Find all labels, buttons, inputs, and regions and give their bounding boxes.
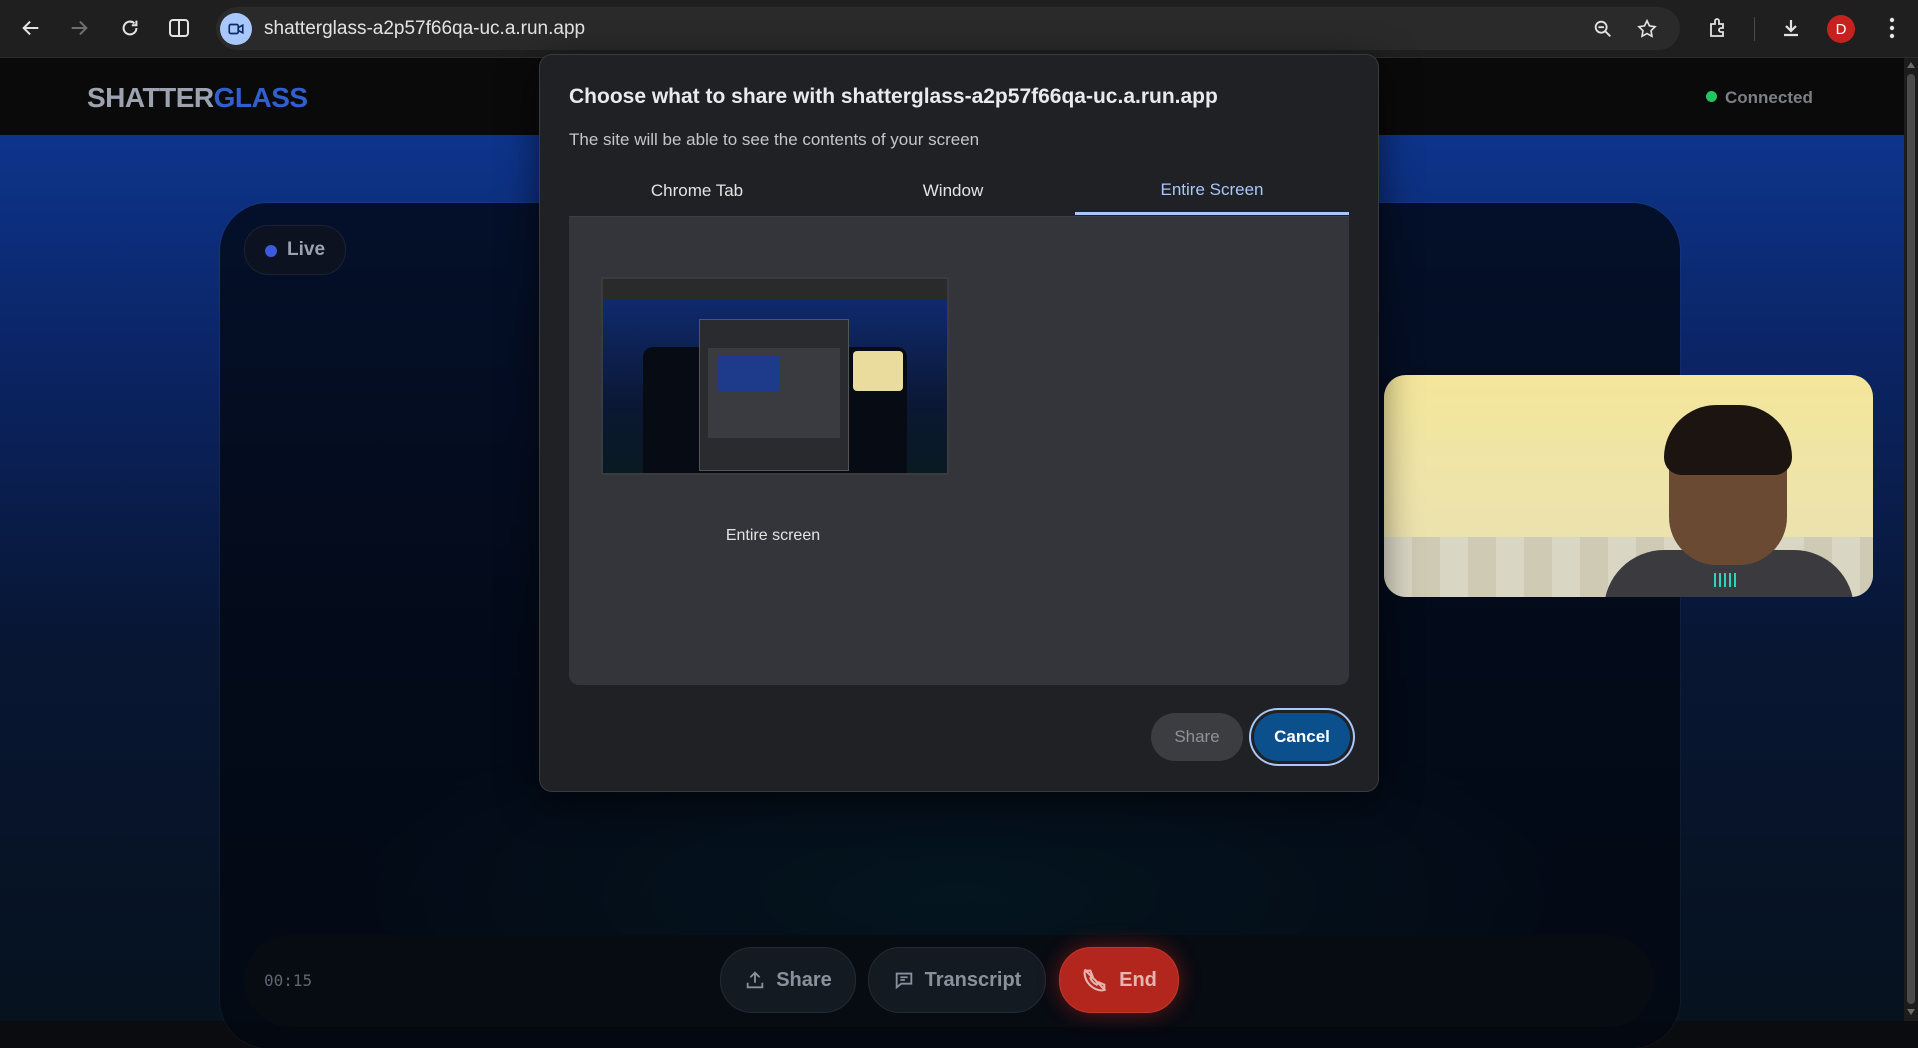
end-call-label: End [1119,968,1157,991]
share-screen-button[interactable]: Share [720,947,856,1013]
site-camera-icon[interactable] [220,13,252,45]
phone-hangup-icon [1083,968,1107,992]
dialog-subtitle: The site will be able to see the content… [569,130,980,149]
camera-person-hair [1664,405,1792,475]
connection-status: Connected [1706,88,1813,108]
call-control-bar: 00:15 Share Transcript End [244,935,1654,1027]
thumbnail-app-background [603,299,947,473]
live-label: Live [287,239,326,260]
star-icon[interactable] [1634,16,1660,42]
live-dot-icon [265,245,277,257]
upload-icon [746,971,764,989]
tab-entire-screen[interactable]: Entire Screen [1075,168,1349,215]
end-call-button[interactable]: End [1059,947,1179,1013]
live-badge: Live [244,225,346,275]
scroll-up-arrow-icon[interactable] [1907,62,1915,68]
browser-toolbar: shatterglass-a2p57f66qa-uc.a.run.app D [0,0,1918,58]
thumbnail-dialog [699,319,849,471]
entire-screen-thumbnail[interactable] [601,277,949,475]
back-icon[interactable] [16,13,46,43]
scroll-down-arrow-icon[interactable] [1907,1009,1915,1015]
call-timer: 00:15 [264,971,313,990]
self-camera-preview [1384,375,1873,597]
app-logo[interactable]: SHATTERGLASS [87,82,308,114]
tab-chrome-tab[interactable]: Chrome Tab [569,168,825,214]
address-bar[interactable]: shatterglass-a2p57f66qa-uc.a.run.app [216,7,1680,50]
entire-screen-label[interactable]: Entire screen [601,527,945,545]
transcript-label: Transcript [924,968,1022,991]
url-text[interactable]: shatterglass-a2p57f66qa-uc.a.run.app [264,18,585,40]
status-dot-icon [1706,91,1717,102]
cancel-button[interactable]: Cancel [1254,713,1350,761]
toolbar-divider [1754,17,1755,41]
share-source-pane: Entire screen [569,217,1349,685]
tab-window[interactable]: Window [825,168,1081,214]
download-icon[interactable] [1776,13,1806,43]
audio-level-icon [1714,573,1740,591]
extensions-icon[interactable] [1703,13,1733,43]
thumbnail-dialog-pane [708,348,840,438]
scrollbar-thumb[interactable] [1907,74,1915,1004]
dialog-title: Choose what to share with shatterglass-a… [569,85,1218,108]
logo-text-part1: SHATTER [87,82,214,113]
page-scrollbar[interactable] [1904,58,1918,1021]
connection-status-label: Connected [1725,88,1813,107]
share-source-tabs: Chrome Tab Window Entire Screen [569,168,1349,217]
chat-icon [895,972,912,990]
split-view-icon[interactable] [164,13,194,43]
screen-share-picker-dialog: Choose what to share with shatterglass-a… [540,55,1378,791]
thumbnail-browser-bar [603,279,947,299]
kebab-menu-icon[interactable] [1877,13,1907,43]
thumbnail-nested-preview [718,356,780,392]
forward-icon[interactable] [64,13,94,43]
thumbnail-camera [853,351,903,391]
transcript-button[interactable]: Transcript [868,947,1046,1013]
reload-icon[interactable] [115,13,145,43]
profile-avatar[interactable]: D [1827,15,1855,43]
share-button[interactable]: Share [1151,713,1243,761]
share-screen-label: Share [776,968,832,991]
zoom-icon[interactable] [1590,16,1616,42]
logo-text-part2: GLASS [213,82,308,113]
